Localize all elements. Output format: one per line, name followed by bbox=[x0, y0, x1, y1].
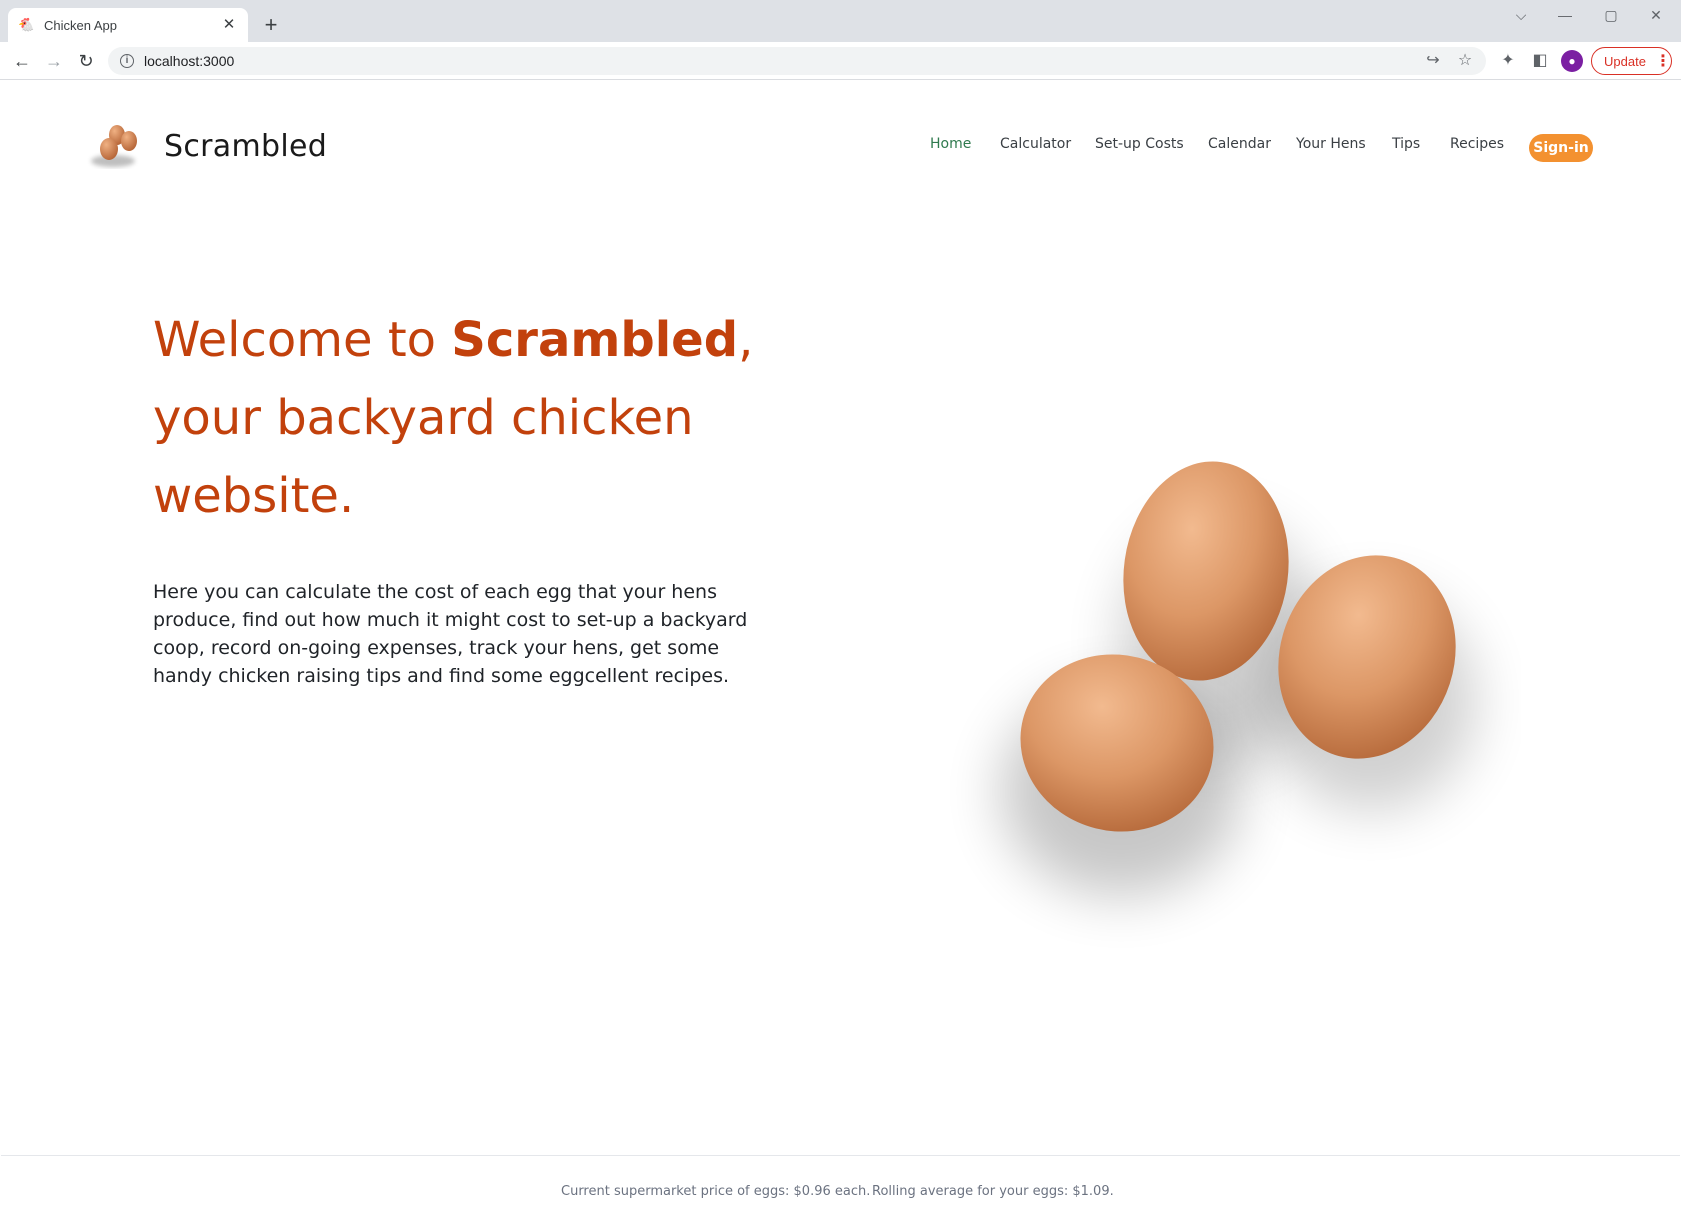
profile-avatar-icon[interactable]: ● bbox=[1561, 50, 1583, 72]
brand-name[interactable]: Scrambled bbox=[164, 129, 327, 164]
hero-line-3: website. bbox=[153, 468, 355, 524]
url-text[interactable]: localhost:3000 bbox=[144, 53, 1422, 69]
site-info-icon[interactable]: i bbox=[120, 54, 134, 68]
footer: Current supermarket price of eggs: $0.96… bbox=[1, 1155, 1680, 1224]
nav-setup-costs[interactable]: Set-up Costs bbox=[1095, 136, 1184, 152]
tab-search-chevron-icon[interactable]: ⌵ bbox=[1506, 4, 1536, 26]
hero-heading: Welcome to Scrambled, your backyard chic… bbox=[153, 301, 793, 535]
forward-icon[interactable]: → bbox=[41, 48, 67, 74]
signin-button[interactable]: Sign-in bbox=[1529, 134, 1593, 162]
address-bar[interactable]: i localhost:3000 ↪ ☆ bbox=[108, 47, 1486, 75]
hero-prefix: Welcome to bbox=[153, 312, 452, 368]
intro-paragraph: Here you can calculate the cost of each … bbox=[153, 581, 748, 687]
minimize-icon[interactable]: — bbox=[1550, 4, 1580, 26]
browser-toolbar: ← → ↻ i localhost:3000 ↪ ☆ ✦ ◧ bbox=[0, 42, 1681, 80]
tab-close-icon[interactable]: ✕ bbox=[220, 16, 238, 34]
back-icon[interactable]: ← bbox=[9, 48, 35, 74]
eggs-image bbox=[1001, 461, 1476, 896]
close-window-icon[interactable]: ✕ bbox=[1641, 4, 1671, 26]
nav-tips[interactable]: Tips bbox=[1392, 136, 1420, 152]
maximize-icon[interactable]: ▢ bbox=[1596, 4, 1626, 26]
share-icon[interactable]: ↪ bbox=[1422, 50, 1444, 72]
chicken-favicon-icon: 🐔 bbox=[18, 17, 35, 32]
update-button[interactable]: Update ⋮ bbox=[1591, 47, 1672, 75]
hero-suffix: , bbox=[738, 312, 754, 368]
side-panel-icon[interactable]: ◧ bbox=[1529, 50, 1551, 72]
tab-title: Chicken App bbox=[44, 17, 117, 33]
nav-recipes[interactable]: Recipes bbox=[1450, 136, 1504, 152]
reload-icon[interactable]: ↻ bbox=[73, 48, 99, 74]
tab-strip: 🐔 Chicken App ✕ + ⌵ — ▢ ✕ bbox=[0, 0, 1681, 42]
nav-calculator[interactable]: Calculator bbox=[1000, 136, 1071, 152]
hero-brand: Scrambled bbox=[451, 312, 739, 368]
page: Scrambled Home Calculator Set-up Costs C… bbox=[1, 81, 1680, 1224]
supermarket-price: Current supermarket price of eggs: $0.96… bbox=[561, 1184, 871, 1199]
hero-line-1: Welcome to Scrambled, bbox=[153, 301, 793, 379]
extensions-icon[interactable]: ✦ bbox=[1497, 50, 1519, 72]
nav-calendar[interactable]: Calendar bbox=[1208, 136, 1271, 152]
browser-chrome: 🐔 Chicken App ✕ + ⌵ — ▢ ✕ ← → ↻ i localh… bbox=[0, 0, 1681, 80]
nav-home[interactable]: Home bbox=[930, 136, 971, 152]
hero-line-2: your backyard chicken bbox=[153, 390, 694, 446]
rolling-average: Rolling average for your eggs: $1.09. bbox=[872, 1184, 1114, 1199]
star-icon[interactable]: ☆ bbox=[1454, 50, 1476, 72]
new-tab-icon[interactable]: + bbox=[258, 13, 284, 39]
update-label: Update bbox=[1604, 53, 1646, 69]
site-header: Scrambled Home Calculator Set-up Costs C… bbox=[1, 81, 1680, 201]
kebab-menu-icon: ⋮ bbox=[1655, 53, 1671, 70]
browser-tab[interactable]: 🐔 Chicken App ✕ bbox=[8, 8, 248, 42]
eggs-logo-icon[interactable] bbox=[87, 121, 143, 169]
nav-your-hens[interactable]: Your Hens bbox=[1296, 136, 1366, 152]
